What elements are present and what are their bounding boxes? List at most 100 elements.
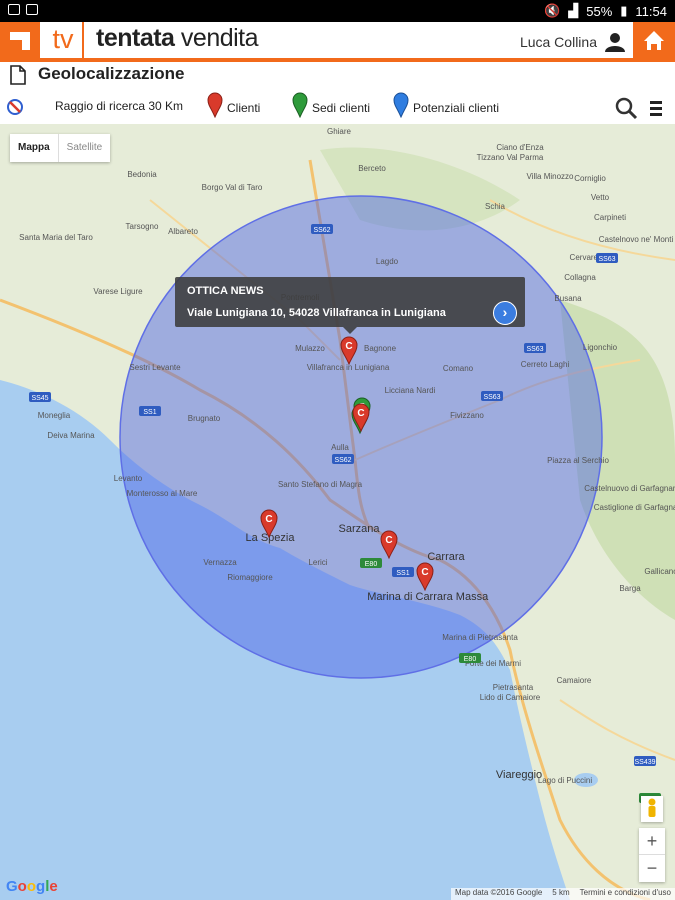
svg-text:E80: E80	[464, 656, 477, 663]
google-logo: Google	[6, 878, 58, 895]
place-label: Carpineti	[594, 213, 626, 222]
map-view[interactable]: Ghiare Berceto Tizzano Val Parma Bedonia Bor…	[0, 124, 675, 900]
client-marker-icon	[207, 92, 223, 118]
place-label: Busana	[554, 294, 582, 303]
legend-sites[interactable]: Sedi clienti	[292, 92, 370, 118]
svg-text:SS62: SS62	[313, 227, 330, 234]
road-shield: SS1	[392, 567, 414, 577]
svg-text:SS45: SS45	[31, 395, 48, 402]
navigate-arrow-icon[interactable]: ›	[493, 301, 517, 325]
place-label: Massa	[456, 591, 489, 603]
place-label: Bedonia	[127, 170, 157, 179]
gallery-notification-icon	[26, 4, 38, 15]
place-label: Licciana Nardi	[385, 386, 436, 395]
place-label: Carrara	[427, 551, 465, 563]
place-label: Tarsogno	[126, 222, 159, 231]
street-view-pegman-icon[interactable]	[641, 796, 663, 822]
legend-bar: Raggio di ricerca 30 Km Clienti Sedi cli…	[0, 90, 675, 124]
place-label: Monterosso al Mare	[127, 489, 198, 498]
map-type-map[interactable]: Mappa	[10, 134, 58, 162]
terms-link[interactable]: Termini e condizioni d'uso	[580, 888, 671, 900]
radius-toggle[interactable]	[6, 98, 24, 116]
battery-level: 55%	[586, 3, 613, 19]
place-label: Lerici	[308, 558, 327, 567]
place-label: Deiva Marina	[47, 431, 95, 440]
map-type-control: Mappa Satellite	[10, 134, 111, 162]
place-label: Aulla	[331, 443, 349, 452]
brand-tv: tv	[44, 22, 84, 58]
legend-prospects[interactable]: Potenziali clienti	[393, 92, 499, 118]
info-window[interactable]: OTTICA NEWS Viale Lunigiana 10, 54028 Vi…	[175, 277, 525, 334]
info-window-address: Viale Lunigiana 10, 54028 Villafranca in…	[187, 307, 446, 319]
place-label: Barga	[619, 584, 641, 593]
road-shield: SS62	[332, 454, 354, 464]
place-label: Albareto	[168, 227, 198, 236]
road-shield: SS63	[524, 343, 546, 353]
app-bar: tv tentata vendita Luca Collina	[0, 22, 675, 62]
place-label: Fivizzano	[450, 411, 484, 420]
map-attribution: Map data ©2016 Google 5 km Termini e con…	[451, 888, 675, 900]
place-label: Tizzano Val Parma	[477, 153, 544, 162]
status-bar: 🔇 ▟ 55% ▮ 11:54	[0, 0, 675, 22]
menu-icon[interactable]	[650, 100, 662, 116]
place-label: Gallicano	[644, 567, 675, 576]
legend-clients[interactable]: Clienti	[207, 92, 260, 118]
place-label: Vernazza	[203, 558, 237, 567]
place-label: Castiglione di Garfagnana	[594, 503, 675, 512]
place-label: Ciano d'Enza	[496, 143, 544, 152]
road-shield: SS1	[139, 406, 161, 416]
place-label: Ligonchio	[583, 343, 618, 352]
page-title: Geolocalizzazione	[38, 64, 185, 83]
user-name: Luca Collina	[519, 34, 597, 50]
place-label: Santa Maria del Taro	[19, 233, 93, 242]
svg-text:SS63: SS63	[526, 346, 543, 353]
place-label: Riomaggiore	[227, 573, 273, 582]
map-canvas[interactable]: Ghiare Berceto Tizzano Val Parma Bedonia Bor…	[0, 124, 675, 900]
svg-text:E80: E80	[365, 561, 378, 568]
road-shield: SS45	[29, 392, 51, 402]
road-shield: E80	[360, 558, 382, 568]
place-label: Villa Minozzo	[527, 172, 575, 181]
place-label: Piazza al Serchio	[547, 456, 609, 465]
place-label: Villafranca in Lunigiana	[307, 363, 390, 372]
place-label: Brugnato	[188, 414, 221, 423]
site-marker-icon	[292, 92, 308, 118]
road-shield: SS63	[596, 253, 618, 263]
page-header: Geolocalizzazione	[0, 62, 675, 88]
home-button[interactable]	[633, 22, 675, 58]
place-label: Vetto	[591, 193, 610, 202]
user-menu[interactable]: Luca Collina	[520, 32, 625, 52]
map-type-satellite[interactable]: Satellite	[57, 134, 111, 162]
road-shield: E80	[459, 653, 481, 663]
place-label: Borgo Val di Taro	[202, 183, 263, 192]
radius-label: Raggio di ricerca 30 Km	[55, 99, 184, 113]
place-label: Lido di Camaiore	[480, 693, 541, 702]
search-radius-circle	[119, 195, 603, 679]
svg-text:SS1: SS1	[396, 570, 409, 577]
map-scale: 5 km	[552, 888, 570, 897]
place-label: Comano	[443, 364, 474, 373]
place-label: Varese Ligure	[93, 287, 143, 296]
place-label: Sarzana	[339, 523, 381, 535]
svg-text:SS63: SS63	[483, 394, 500, 401]
place-label: Lago di Puccini	[538, 776, 592, 785]
place-label: Santo Stefano di Magra	[278, 480, 363, 489]
place-label: Schia	[485, 202, 506, 211]
place-label: Viareggio	[496, 769, 542, 781]
home-icon	[644, 31, 664, 50]
zoom-out-button[interactable]: −	[639, 854, 665, 881]
place-label: Cerreto Laghi	[521, 360, 570, 369]
brand-name: tentata vendita	[96, 24, 259, 52]
user-icon	[605, 33, 625, 52]
svg-text:SS439: SS439	[634, 759, 655, 766]
logo-icon	[0, 22, 40, 58]
place-label: Castelnovo ne' Monti	[599, 235, 674, 244]
mute-icon: 🔇	[544, 3, 561, 18]
search-icon[interactable]	[614, 96, 638, 120]
svg-text:C: C	[385, 535, 392, 546]
place-label: Sestri Levante	[129, 363, 181, 372]
zoom-in-button[interactable]: +	[639, 828, 665, 854]
svg-text:C: C	[265, 514, 272, 525]
road-shield: SS439	[634, 756, 656, 766]
place-label: Camaiore	[557, 676, 592, 685]
